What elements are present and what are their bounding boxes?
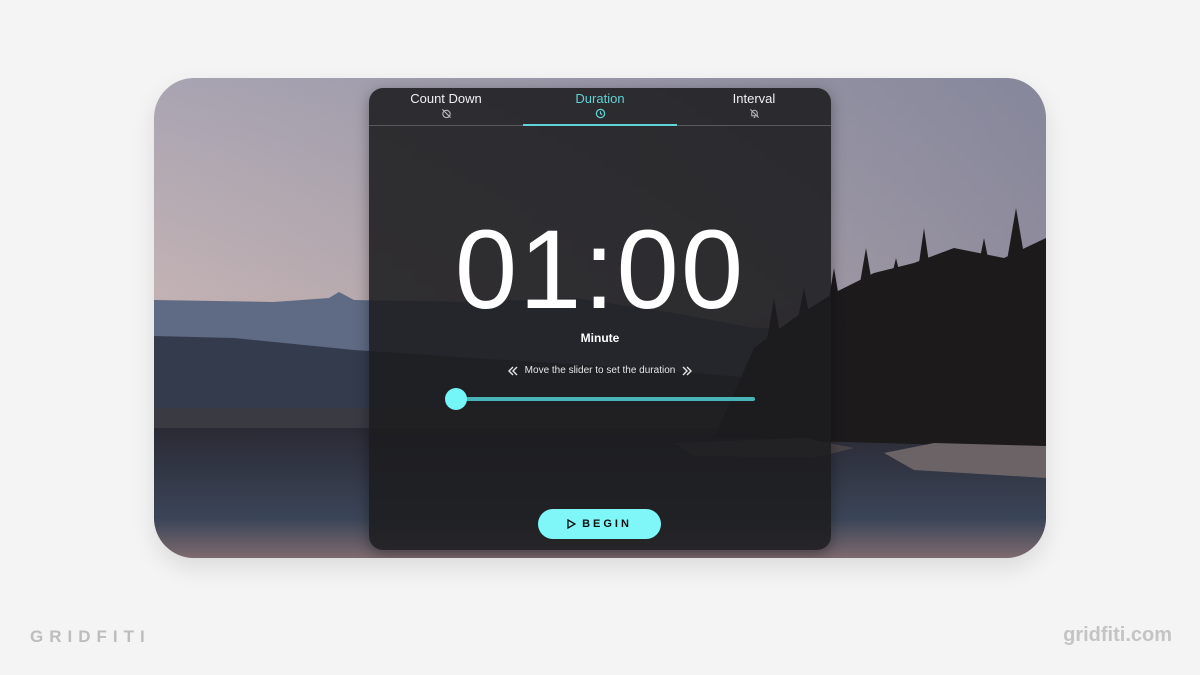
timer-tabs: Count Down Duration Interval — [369, 88, 831, 126]
gridfiti-logo: GRIDFITI — [30, 627, 151, 646]
chevrons-left-icon — [507, 366, 518, 375]
begin-label: BEGIN — [582, 518, 632, 530]
tab-label: Duration — [575, 91, 625, 106]
time-unit-label: Minute — [580, 331, 620, 345]
slider-hint: Move the slider to set the duration — [369, 365, 831, 376]
clock-icon — [595, 108, 605, 119]
duration-slider[interactable] — [445, 388, 755, 410]
play-icon — [567, 519, 577, 529]
slider-thumb[interactable] — [445, 388, 467, 410]
timer-off-icon — [441, 108, 451, 119]
bell-off-icon — [749, 109, 759, 118]
gridfiti-url: gridfiti.com — [1063, 624, 1172, 646]
tab-count-down[interactable]: Count Down — [369, 88, 523, 125]
tab-interval[interactable]: Interval — [677, 88, 831, 125]
slider-track[interactable] — [453, 397, 755, 401]
time-display: 01:00 — [454, 207, 746, 332]
chevrons-right-icon — [682, 366, 693, 375]
tab-duration[interactable]: Duration — [523, 88, 677, 126]
tab-label: Interval — [732, 91, 776, 106]
widget-preview-frame: Count Down Duration Interval 01:00 Minut… — [154, 78, 1046, 558]
slider-hint-text: Move the slider to set the duration — [524, 365, 676, 376]
begin-button[interactable]: BEGIN — [538, 509, 661, 539]
tab-label: Count Down — [410, 91, 482, 106]
timer-widget: Count Down Duration Interval 01:00 Minut… — [369, 88, 831, 550]
